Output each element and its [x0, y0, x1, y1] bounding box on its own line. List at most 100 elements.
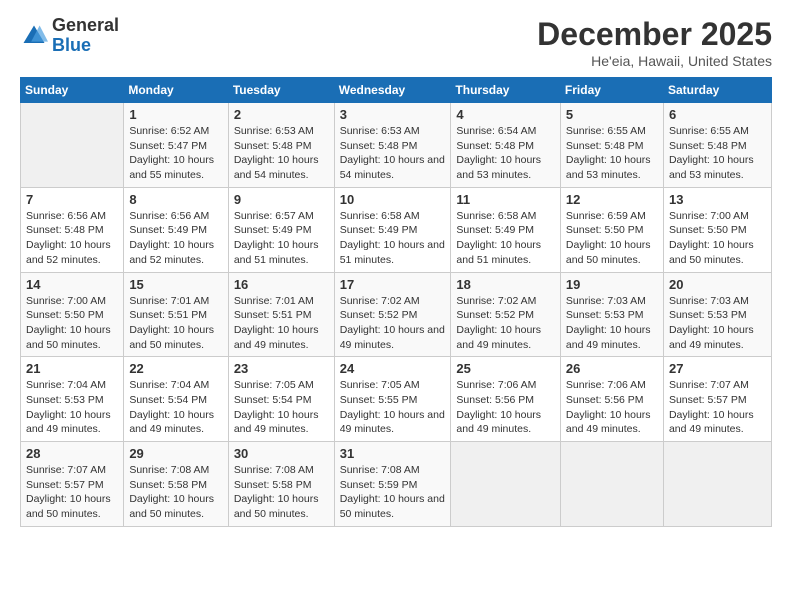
day-number: 19: [566, 277, 658, 292]
calendar-cell: 19Sunrise: 7:03 AMSunset: 5:53 PMDayligh…: [560, 272, 663, 357]
cell-sunset: Sunset: 5:55 PM: [340, 394, 418, 406]
header-row: General Blue December 2025 He'eia, Hawai…: [20, 16, 772, 69]
cell-sunrise: Sunrise: 7:03 AM: [566, 295, 646, 307]
day-number: 15: [129, 277, 222, 292]
cell-sunset: Sunset: 5:51 PM: [129, 309, 207, 321]
calendar-cell: 7Sunrise: 6:56 AMSunset: 5:48 PMDaylight…: [21, 187, 124, 272]
cell-sunset: Sunset: 5:52 PM: [340, 309, 418, 321]
calendar-cell: 29Sunrise: 7:08 AMSunset: 5:58 PMDayligh…: [124, 442, 228, 527]
header-row-days: SundayMondayTuesdayWednesdayThursdayFrid…: [21, 78, 772, 103]
day-number: 28: [26, 446, 118, 461]
cell-sunset: Sunset: 5:56 PM: [456, 394, 534, 406]
cell-daylight: Daylight: 10 hours and 49 minutes.: [456, 324, 541, 351]
cell-sunset: Sunset: 5:53 PM: [26, 394, 104, 406]
calendar-cell: 23Sunrise: 7:05 AMSunset: 5:54 PMDayligh…: [228, 357, 334, 442]
cell-sunrise: Sunrise: 6:54 AM: [456, 125, 536, 137]
calendar-cell: 9Sunrise: 6:57 AMSunset: 5:49 PMDaylight…: [228, 187, 334, 272]
cell-sunrise: Sunrise: 7:08 AM: [340, 464, 420, 476]
calendar-container: General Blue December 2025 He'eia, Hawai…: [0, 0, 792, 537]
cell-daylight: Daylight: 10 hours and 51 minutes.: [456, 239, 541, 266]
cell-sunset: Sunset: 5:49 PM: [456, 224, 534, 236]
cell-daylight: Daylight: 10 hours and 52 minutes.: [129, 239, 214, 266]
title-block: December 2025 He'eia, Hawaii, United Sta…: [537, 16, 772, 69]
calendar-cell: 11Sunrise: 6:58 AMSunset: 5:49 PMDayligh…: [451, 187, 561, 272]
cell-sunset: Sunset: 5:48 PM: [566, 140, 644, 152]
cell-daylight: Daylight: 10 hours and 51 minutes.: [340, 239, 445, 266]
cell-sunrise: Sunrise: 6:59 AM: [566, 210, 646, 222]
calendar-cell: 17Sunrise: 7:02 AMSunset: 5:52 PMDayligh…: [334, 272, 451, 357]
calendar-cell: 26Sunrise: 7:06 AMSunset: 5:56 PMDayligh…: [560, 357, 663, 442]
cell-daylight: Daylight: 10 hours and 49 minutes.: [566, 409, 651, 436]
cell-sunrise: Sunrise: 7:05 AM: [340, 379, 420, 391]
cell-sunrise: Sunrise: 7:06 AM: [456, 379, 536, 391]
calendar-cell: 21Sunrise: 7:04 AMSunset: 5:53 PMDayligh…: [21, 357, 124, 442]
calendar-cell: [560, 442, 663, 527]
cell-daylight: Daylight: 10 hours and 49 minutes.: [26, 409, 111, 436]
day-number: 30: [234, 446, 329, 461]
header-day: Tuesday: [228, 78, 334, 103]
cell-daylight: Daylight: 10 hours and 50 minutes.: [26, 493, 111, 520]
day-number: 8: [129, 192, 222, 207]
day-number: 18: [456, 277, 555, 292]
month-title: December 2025: [537, 16, 772, 53]
calendar-week-row: 14 Sunrise: 7:00 AM Sunset: 5:50 PM Dayligh…: [21, 272, 772, 357]
cell-daylight: Daylight: 10 hours and 50 minutes.: [26, 324, 111, 351]
day-number: 9: [234, 192, 329, 207]
cell-sunrise: Sunrise: 7:03 AM: [669, 295, 749, 307]
calendar-cell: 28Sunrise: 7:07 AMSunset: 5:57 PMDayligh…: [21, 442, 124, 527]
cell-sunrise: Sunrise: 6:53 AM: [340, 125, 420, 137]
logo-icon: [20, 22, 48, 50]
cell-sunrise: Sunrise: 6:56 AM: [26, 210, 106, 222]
day-number: 11: [456, 192, 555, 207]
calendar-week-row: 28Sunrise: 7:07 AMSunset: 5:57 PMDayligh…: [21, 442, 772, 527]
calendar-cell: 13Sunrise: 7:00 AMSunset: 5:50 PMDayligh…: [663, 187, 771, 272]
cell-sunrise: Sunrise: 7:08 AM: [129, 464, 209, 476]
cell-sunrise: Sunrise: 6:53 AM: [234, 125, 314, 137]
day-number: 13: [669, 192, 766, 207]
day-number: 10: [340, 192, 446, 207]
calendar-cell: 8Sunrise: 6:56 AMSunset: 5:49 PMDaylight…: [124, 187, 228, 272]
cell-daylight: Daylight: 10 hours and 49 minutes.: [340, 324, 445, 351]
header-day: Thursday: [451, 78, 561, 103]
cell-sunset: Sunset: 5:50 PM: [26, 309, 104, 321]
day-number: 27: [669, 361, 766, 376]
day-number: 1: [129, 107, 222, 122]
cell-daylight: Daylight: 10 hours and 50 minutes.: [566, 239, 651, 266]
day-number: 23: [234, 361, 329, 376]
cell-daylight: Daylight: 10 hours and 51 minutes.: [234, 239, 319, 266]
day-number: 5: [566, 107, 658, 122]
cell-daylight: Daylight: 10 hours and 49 minutes.: [129, 409, 214, 436]
cell-sunset: Sunset: 5:48 PM: [234, 140, 312, 152]
day-number: 2: [234, 107, 329, 122]
day-number: 16: [234, 277, 329, 292]
calendar-cell: 15Sunrise: 7:01 AMSunset: 5:51 PMDayligh…: [124, 272, 228, 357]
cell-sunset: Sunset: 5:48 PM: [340, 140, 418, 152]
calendar-cell: 18Sunrise: 7:02 AMSunset: 5:52 PMDayligh…: [451, 272, 561, 357]
calendar-cell: 16Sunrise: 7:01 AMSunset: 5:51 PMDayligh…: [228, 272, 334, 357]
cell-sunset: Sunset: 5:54 PM: [234, 394, 312, 406]
cell-sunrise: Sunrise: 7:04 AM: [129, 379, 209, 391]
cell-daylight: Daylight: 10 hours and 50 minutes.: [234, 493, 319, 520]
cell-sunrise: Sunrise: 7:05 AM: [234, 379, 314, 391]
cell-daylight: Daylight: 10 hours and 50 minutes.: [669, 239, 754, 266]
day-number: 25: [456, 361, 555, 376]
cell-sunrise: Sunrise: 7:02 AM: [456, 295, 536, 307]
calendar-cell: [663, 442, 771, 527]
cell-sunset: Sunset: 5:50 PM: [669, 224, 747, 236]
cell-sunrise: Sunrise: 6:55 AM: [669, 125, 749, 137]
cell-sunset: Sunset: 5:58 PM: [129, 479, 207, 491]
logo-text: General Blue: [52, 16, 119, 56]
calendar-week-row: 7Sunrise: 6:56 AMSunset: 5:48 PMDaylight…: [21, 187, 772, 272]
cell-sunrise: Sunrise: 7:04 AM: [26, 379, 106, 391]
calendar-cell: [451, 442, 561, 527]
day-number: 12: [566, 192, 658, 207]
cell-sunrise: Sunrise: 7:00 AM: [26, 295, 106, 307]
cell-sunset: Sunset: 5:57 PM: [26, 479, 104, 491]
cell-daylight: Daylight: 10 hours and 55 minutes.: [129, 154, 214, 181]
cell-sunrise: Sunrise: 6:57 AM: [234, 210, 314, 222]
cell-sunset: Sunset: 5:48 PM: [669, 140, 747, 152]
calendar-cell: 31Sunrise: 7:08 AMSunset: 5:59 PMDayligh…: [334, 442, 451, 527]
day-number: 20: [669, 277, 766, 292]
day-number: 14: [26, 277, 118, 292]
logo: General Blue: [20, 16, 119, 56]
